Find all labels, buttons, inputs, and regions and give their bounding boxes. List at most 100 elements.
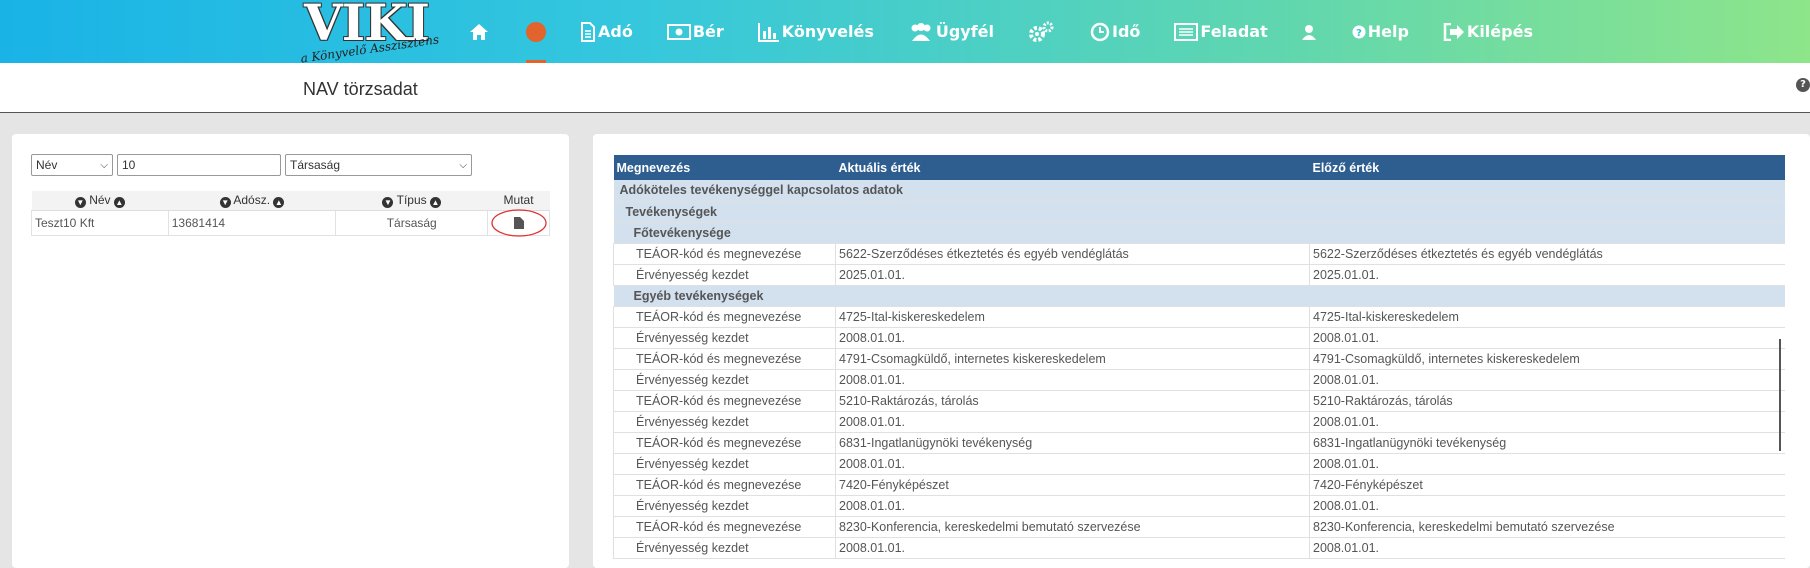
field-select[interactable]: Név ⌵ xyxy=(31,154,113,176)
previous-value: 2025.01.01. xyxy=(1309,264,1785,286)
field-label: TEÁOR-kód és megnevezése xyxy=(613,348,836,370)
sort-up-icon[interactable]: ▲ xyxy=(273,196,285,208)
table-row[interactable]: Teszt10 Kft 13681414 Társaság xyxy=(31,208,550,237)
previous-value: 5210-Raktározás, tárolás xyxy=(1309,390,1785,412)
show-cell xyxy=(487,208,550,237)
table-row: TEÁOR-kód és megnevezése 5210-Raktározás,… xyxy=(613,390,1785,412)
previous-value: 2008.01.01. xyxy=(1309,327,1785,349)
nav-ido[interactable]: Idő xyxy=(1090,0,1140,63)
bar-chart-icon xyxy=(757,22,779,42)
field-select-value: Név xyxy=(36,158,58,172)
table-row: Érvényesség kezdet 2008.01.01. 2008.01.01. xyxy=(613,327,1785,349)
section-row: Főtevékenysége xyxy=(613,222,1785,244)
nav-logout[interactable]: Kilépés xyxy=(1443,0,1533,63)
current-value: 2008.01.01. xyxy=(835,369,1310,391)
nav-user[interactable] xyxy=(1301,0,1318,63)
nav-label-ugyfel: Ügyfél xyxy=(935,22,995,41)
scrollbar[interactable] xyxy=(1779,339,1781,451)
money-icon xyxy=(666,23,691,40)
previous-value: 5622-Szerződéses étkeztetés és egyéb ven… xyxy=(1309,243,1785,265)
col-megnevezes: Megnevezés xyxy=(613,155,836,180)
col-header-type[interactable]: ▼ Típus ▲ xyxy=(335,191,488,211)
search-panel: Név ⌵ 10 Társaság ⌵ ▼ Név ▲ ▼ Adósz. ▲ ▼ xyxy=(12,134,569,568)
type-select[interactable]: Társaság ⌵ xyxy=(285,154,472,176)
field-label: Érvényesség kezdet xyxy=(613,369,836,391)
document-icon xyxy=(581,21,595,42)
details-table: Megnevezés Aktuális érték Előző érték Ad… xyxy=(613,155,1785,559)
company-type: Társaság xyxy=(335,209,489,236)
section-label: Egyéb tevékenységek xyxy=(613,285,1785,307)
table-row: TEÁOR-kód és megnevezése 4791-Csomagküldő… xyxy=(613,348,1785,370)
nav-home[interactable] xyxy=(468,0,492,63)
col-header-tax[interactable]: ▼ Adósz. ▲ xyxy=(168,191,336,211)
top-navbar: VIKI a Könyvelő Asszisztens Adó Bér Köny… xyxy=(0,0,1810,66)
sort-down-icon[interactable]: ▼ xyxy=(74,196,86,208)
viki-logo[interactable]: VIKI a Könyvelő Asszisztens xyxy=(300,0,450,66)
table-row: Érvényesség kezdet 2008.01.01. 2008.01.01. xyxy=(613,495,1785,517)
current-value: 5210-Raktározás, tárolás xyxy=(835,390,1310,412)
nav-label-help: Help xyxy=(1367,22,1409,41)
previous-value: 2008.01.01. xyxy=(1309,411,1785,433)
table-row: Érvényesség kezdet 2008.01.01. 2008.01.01. xyxy=(613,369,1785,391)
previous-value: 7420-Fényképészet xyxy=(1309,474,1785,496)
company-table-header: ▼ Név ▲ ▼ Adósz. ▲ ▼ Típus ▲ Mutat xyxy=(31,191,550,211)
nav-ber[interactable]: Bér xyxy=(666,0,724,63)
page-title: NAV törzsadat xyxy=(303,79,418,99)
current-value: 5622-Szerződéses étkeztetés és egyéb ven… xyxy=(835,243,1310,265)
col-type-label: Típus xyxy=(396,192,427,207)
table-row: Érvényesség kezdet 2008.01.01. 2008.01.01. xyxy=(613,453,1785,475)
previous-value: 2008.01.01. xyxy=(1309,495,1785,517)
current-value: 2008.01.01. xyxy=(835,453,1310,475)
sort-up-icon[interactable]: ▲ xyxy=(113,196,125,208)
table-row: TEÁOR-kód és megnevezése 8230-Konferencia… xyxy=(613,516,1785,538)
section-label: Főtevékenysége xyxy=(613,222,1785,244)
search-input[interactable]: 10 xyxy=(117,154,281,176)
svg-text:?: ? xyxy=(1356,28,1362,39)
details-table-body: Adóköteles tevékenységgel kapcsolatos ad… xyxy=(613,180,1785,559)
nav-feladat[interactable]: Feladat xyxy=(1174,0,1268,63)
table-row: TEÁOR-kód és megnevezése 6831-Ingatlanügy… xyxy=(613,432,1785,454)
table-row: TEÁOR-kód és megnevezése 7420-Fényképésze… xyxy=(613,474,1785,496)
nav-globe[interactable] xyxy=(526,0,546,63)
details-panel: Megnevezés Aktuális érték Előző érték Ad… xyxy=(593,134,1810,568)
current-value: 6831-Ingatlanügynöki tevékenység xyxy=(835,432,1310,454)
sort-down-icon[interactable]: ▼ xyxy=(219,196,231,208)
page-help-icon[interactable]: ? xyxy=(1796,78,1810,92)
table-row: Érvényesség kezdet 2008.01.01. 2008.01.01. xyxy=(613,537,1785,559)
section-label: Tevékenységek xyxy=(613,201,1785,223)
sort-up-icon[interactable]: ▲ xyxy=(429,196,441,208)
company-table: ▼ Név ▲ ▼ Adósz. ▲ ▼ Típus ▲ Mutat Teszt… xyxy=(31,191,550,237)
gears-icon xyxy=(1029,21,1054,42)
details-table-header: Megnevezés Aktuális érték Előző érték xyxy=(613,155,1785,180)
previous-value: 2008.01.01. xyxy=(1309,537,1785,559)
sort-down-icon[interactable]: ▼ xyxy=(382,196,394,208)
section-row: Adóköteles tevékenységgel kapcsolatos ad… xyxy=(613,180,1785,202)
title-bar: NAV törzsadat ? xyxy=(0,63,1810,113)
company-tax-number: 13681414 xyxy=(167,209,337,236)
company-name: Teszt10 Kft xyxy=(31,209,169,236)
previous-value: 4725-Ital-kiskereskedelem xyxy=(1309,306,1785,328)
nav-settings[interactable] xyxy=(1028,0,1056,63)
previous-value: 8230-Konferencia, kereskedelmi bemutató … xyxy=(1309,516,1785,538)
current-value: 8230-Konferencia, kereskedelmi bemutató … xyxy=(835,516,1310,538)
section-row: Tevékenységek xyxy=(613,201,1785,223)
nav-help[interactable]: ? Help xyxy=(1352,0,1409,63)
nav-ugyfel[interactable]: Ügyfél xyxy=(908,0,994,63)
nav-label-ber: Bér xyxy=(692,22,724,41)
nav-ado[interactable]: Adó xyxy=(580,0,633,63)
question-icon: ? xyxy=(1352,25,1366,39)
nav-label-logout: Kilépés xyxy=(1466,22,1533,41)
main-menu: Adó Bér Könyvelés Ügyfél Idő Feladat ? H… xyxy=(468,0,1567,63)
field-label: TEÁOR-kód és megnevezése xyxy=(613,390,836,412)
type-select-value: Társaság xyxy=(290,158,341,172)
globe-icon xyxy=(526,21,546,42)
list-icon xyxy=(1174,22,1199,41)
previous-value: 4791-Csomagküldő, internetes kiskeresked… xyxy=(1309,348,1785,370)
nav-konyveles[interactable]: Könyvelés xyxy=(757,0,874,63)
previous-value: 2008.01.01. xyxy=(1309,453,1785,475)
nav-label-ido: Idő xyxy=(1112,22,1141,41)
field-label: Érvényesség kezdet xyxy=(613,327,836,349)
table-row: Érvényesség kezdet 2025.01.01. 2025.01.01. xyxy=(613,264,1785,286)
col-aktualis: Aktuális érték xyxy=(835,155,1310,180)
col-header-name[interactable]: ▼ Név ▲ xyxy=(31,191,169,211)
